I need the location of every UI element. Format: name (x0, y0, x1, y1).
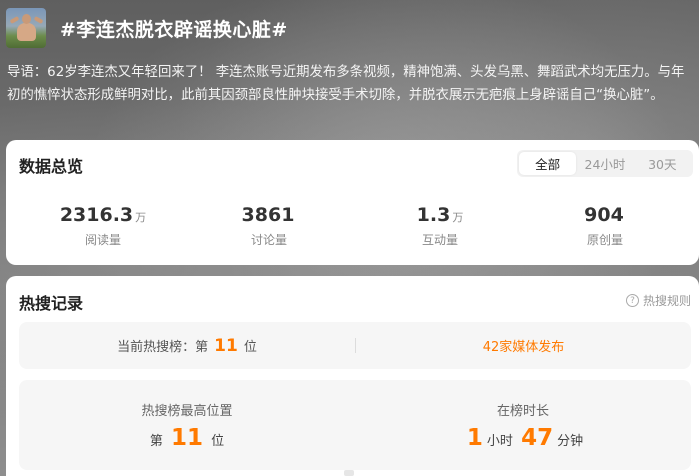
question-icon: ? (625, 294, 639, 307)
topic-lead-text: 导语：62岁李连杰又年轻回来了！ 李连杰账号近期发布多条视频，精神饱满、头发乌黑… (7, 65, 685, 103)
current-rank: 当前热搜榜：第 11 位 (19, 322, 355, 369)
data-overview-card: 数据总览 全部 24小时 30天 2316.3 万 阅读量 3861 讨论量 1.… (6, 140, 699, 265)
duration-minutes-unit: 分钟 (557, 434, 584, 449)
stat-reads-label: 阅读量 (84, 233, 121, 247)
current-rank-prefix: 当前热搜榜：第 (117, 340, 209, 355)
hot-search-card: 热搜记录 ? 热搜规则 当前热搜榜：第 11 位 42家媒体发布 热搜榜最高位置… (6, 276, 699, 476)
peak-rank-value: 11 (170, 425, 203, 451)
tab-30d[interactable]: 30天 (634, 152, 691, 175)
peak-rank-title: 热搜榜最高位置 (141, 404, 233, 419)
stat-discussions: 3861 讨论量 (194, 204, 344, 248)
scroll-handle[interactable] (344, 470, 354, 476)
stat-discussions-value: 3861 (241, 204, 295, 226)
peak-rank: 热搜榜最高位置 第 11 位 (19, 380, 355, 470)
time-range-tabs: 全部 24小时 30天 (517, 150, 693, 177)
duration-hours-unit: 小时 (486, 434, 513, 449)
stat-originals-label: 原创量 (586, 233, 623, 247)
tab-24h[interactable]: 24小时 (576, 152, 633, 175)
stat-reads-unit: 万 (135, 211, 147, 224)
stat-originals: 904 原创量 (530, 204, 680, 248)
stat-interactions: 1.3 万 互动量 (365, 204, 515, 248)
duration-title: 在榜时长 (496, 404, 549, 419)
rank-detail-row: 热搜榜最高位置 第 11 位 在榜时长 1 小时 47 分钟 (19, 380, 691, 470)
peak-rank-prefix: 第 (149, 434, 163, 449)
stats-row: 2316.3 万 阅读量 3861 讨论量 1.3 万 互动量 904 原创量 (6, 204, 699, 250)
duration-hours: 1 (466, 425, 483, 451)
stat-interactions-label: 互动量 (421, 233, 458, 247)
avatar-figure-arm (9, 16, 20, 24)
avatar-figure-head (22, 14, 31, 24)
hot-search-rules-label: 热搜规则 (642, 294, 691, 308)
current-rank-suffix: 位 (243, 340, 257, 355)
peak-rank-suffix: 位 (211, 434, 225, 449)
hot-search-title: 热搜记录 (19, 294, 84, 313)
avatar-figure-torso (17, 23, 36, 41)
stat-originals-value: 904 (584, 204, 624, 226)
topic-avatar[interactable] (6, 8, 46, 48)
current-rank-value: 11 (214, 335, 238, 356)
data-overview-title: 数据总览 (19, 157, 84, 176)
duration-minutes: 47 (521, 425, 554, 451)
on-list-duration: 在榜时长 1 小时 47 分钟 (355, 380, 691, 470)
avatar-figure-arm (33, 16, 44, 24)
stat-interactions-unit: 万 (452, 211, 464, 224)
current-rank-row: 当前热搜榜：第 11 位 42家媒体发布 (19, 322, 691, 369)
stat-discussions-label: 讨论量 (250, 233, 287, 247)
stat-reads-value: 2316.3 (59, 204, 134, 226)
tab-all[interactable]: 全部 (519, 152, 577, 175)
stat-interactions-value: 1.3 (416, 204, 451, 226)
topic-title: #李连杰脱衣辟谣换心脏# (60, 19, 288, 41)
media-publish-link[interactable]: 42家媒体发布 (356, 322, 691, 369)
hot-search-rules-link[interactable]: ? 热搜规则 (625, 292, 691, 309)
stat-reads: 2316.3 万 阅读量 (28, 204, 178, 248)
